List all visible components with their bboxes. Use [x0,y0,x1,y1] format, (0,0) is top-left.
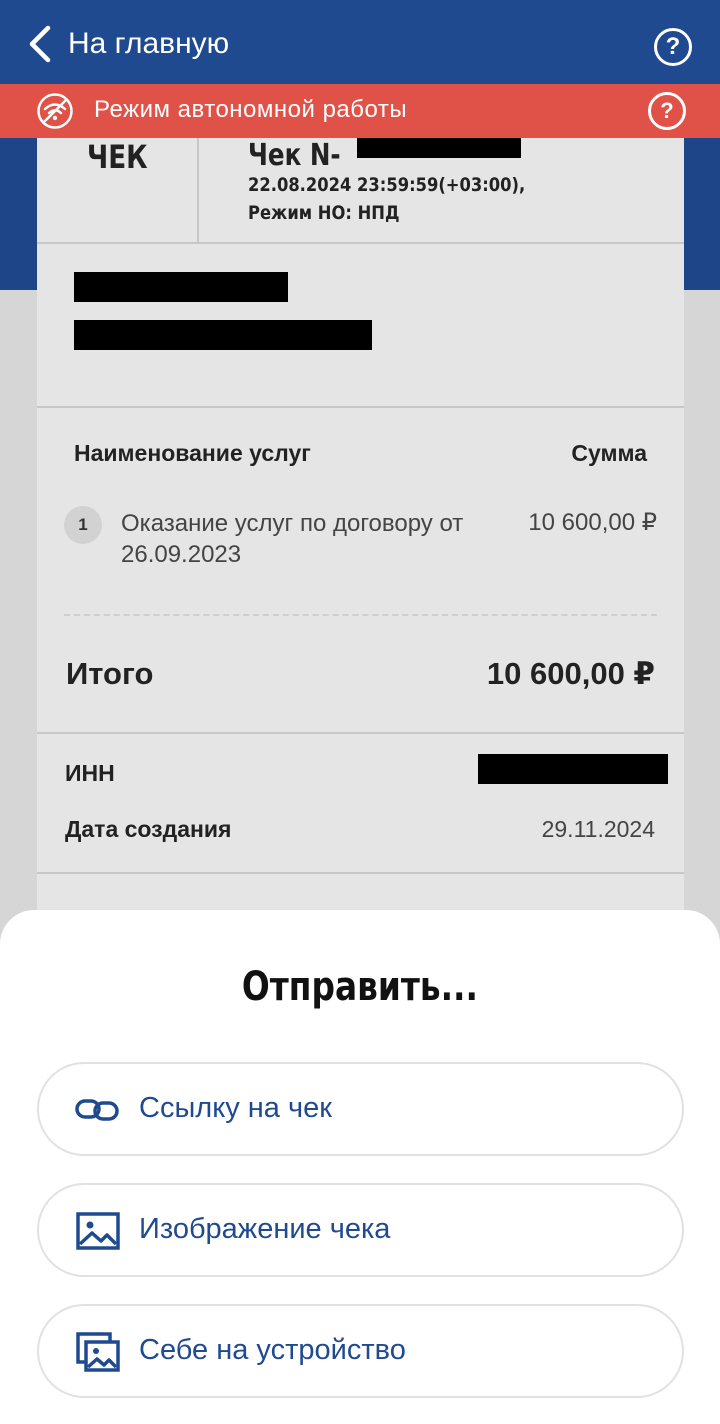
back-button[interactable]: На главную [24,20,229,68]
divider [37,872,684,874]
share-bottom-sheet: Отправить... Ссылку на чек Изображение ч… [0,910,720,1424]
redacted-seller-name [74,272,288,302]
column-header-sum: Сумма [571,440,647,466]
share-link-button[interactable]: Ссылку на чек [37,1062,684,1156]
redacted-inn-value [478,754,668,784]
header-divider [197,138,199,244]
chevron-left-icon [29,25,51,63]
receipt-header: ЧЕК Чек N- 22.08.2024 23:59:59(+03:00), … [37,138,684,244]
created-date-label: Дата создания [65,816,232,842]
total-value: 10 600,00 ₽ [486,656,655,691]
save-to-device-button[interactable]: Себе на устройство [37,1304,684,1398]
share-image-label: Изображение чека [139,1213,391,1245]
redacted-seller-details [74,320,372,350]
no-wifi-icon [37,93,73,129]
item-number-badge: 1 [64,506,102,544]
sheet-title-text: Отправить... [241,964,479,1010]
column-header-name: Наименование услуг [74,440,311,466]
receipt-card: ЧЕК Чек N- 22.08.2024 23:59:59(+03:00), … [37,138,684,938]
item-amount: 10 600,00 ₽ [528,509,657,536]
receipt-datetime: 22.08.2024 23:59:59(+03:00), [248,174,526,196]
share-image-button[interactable]: Изображение чека [37,1183,684,1277]
save-to-device-label: Себе на устройство [139,1334,406,1366]
image-icon [75,1208,121,1254]
link-icon [75,1087,121,1133]
receipt-tax-mode: Режим НО: НПД [248,202,400,224]
divider [37,406,684,408]
total-label: Итого [66,656,154,691]
banner-help-icon[interactable]: ? [648,92,686,130]
gallery-icon [75,1329,121,1375]
receipt-type-label: ЧЕК [87,138,148,176]
back-label: На главную [68,27,230,60]
created-date-value: 29.11.2024 [541,816,655,842]
help-icon[interactable]: ? [654,28,692,66]
top-navigation-bar: На главную ? [0,0,720,84]
offline-mode-banner: Режим автономной работы ? [0,84,720,138]
inn-label: ИНН [65,760,115,786]
dashed-divider [64,614,657,616]
sheet-title: Отправить... [0,964,720,1010]
banner-text: Режим автономной работы [94,96,408,123]
receipt-number-label: Чек N- [248,138,341,173]
divider [37,732,684,734]
item-description: Оказание услуг по договору от 26.09.2023 [121,510,464,568]
redacted-receipt-number [357,138,521,158]
share-link-label: Ссылку на чек [139,1092,332,1124]
